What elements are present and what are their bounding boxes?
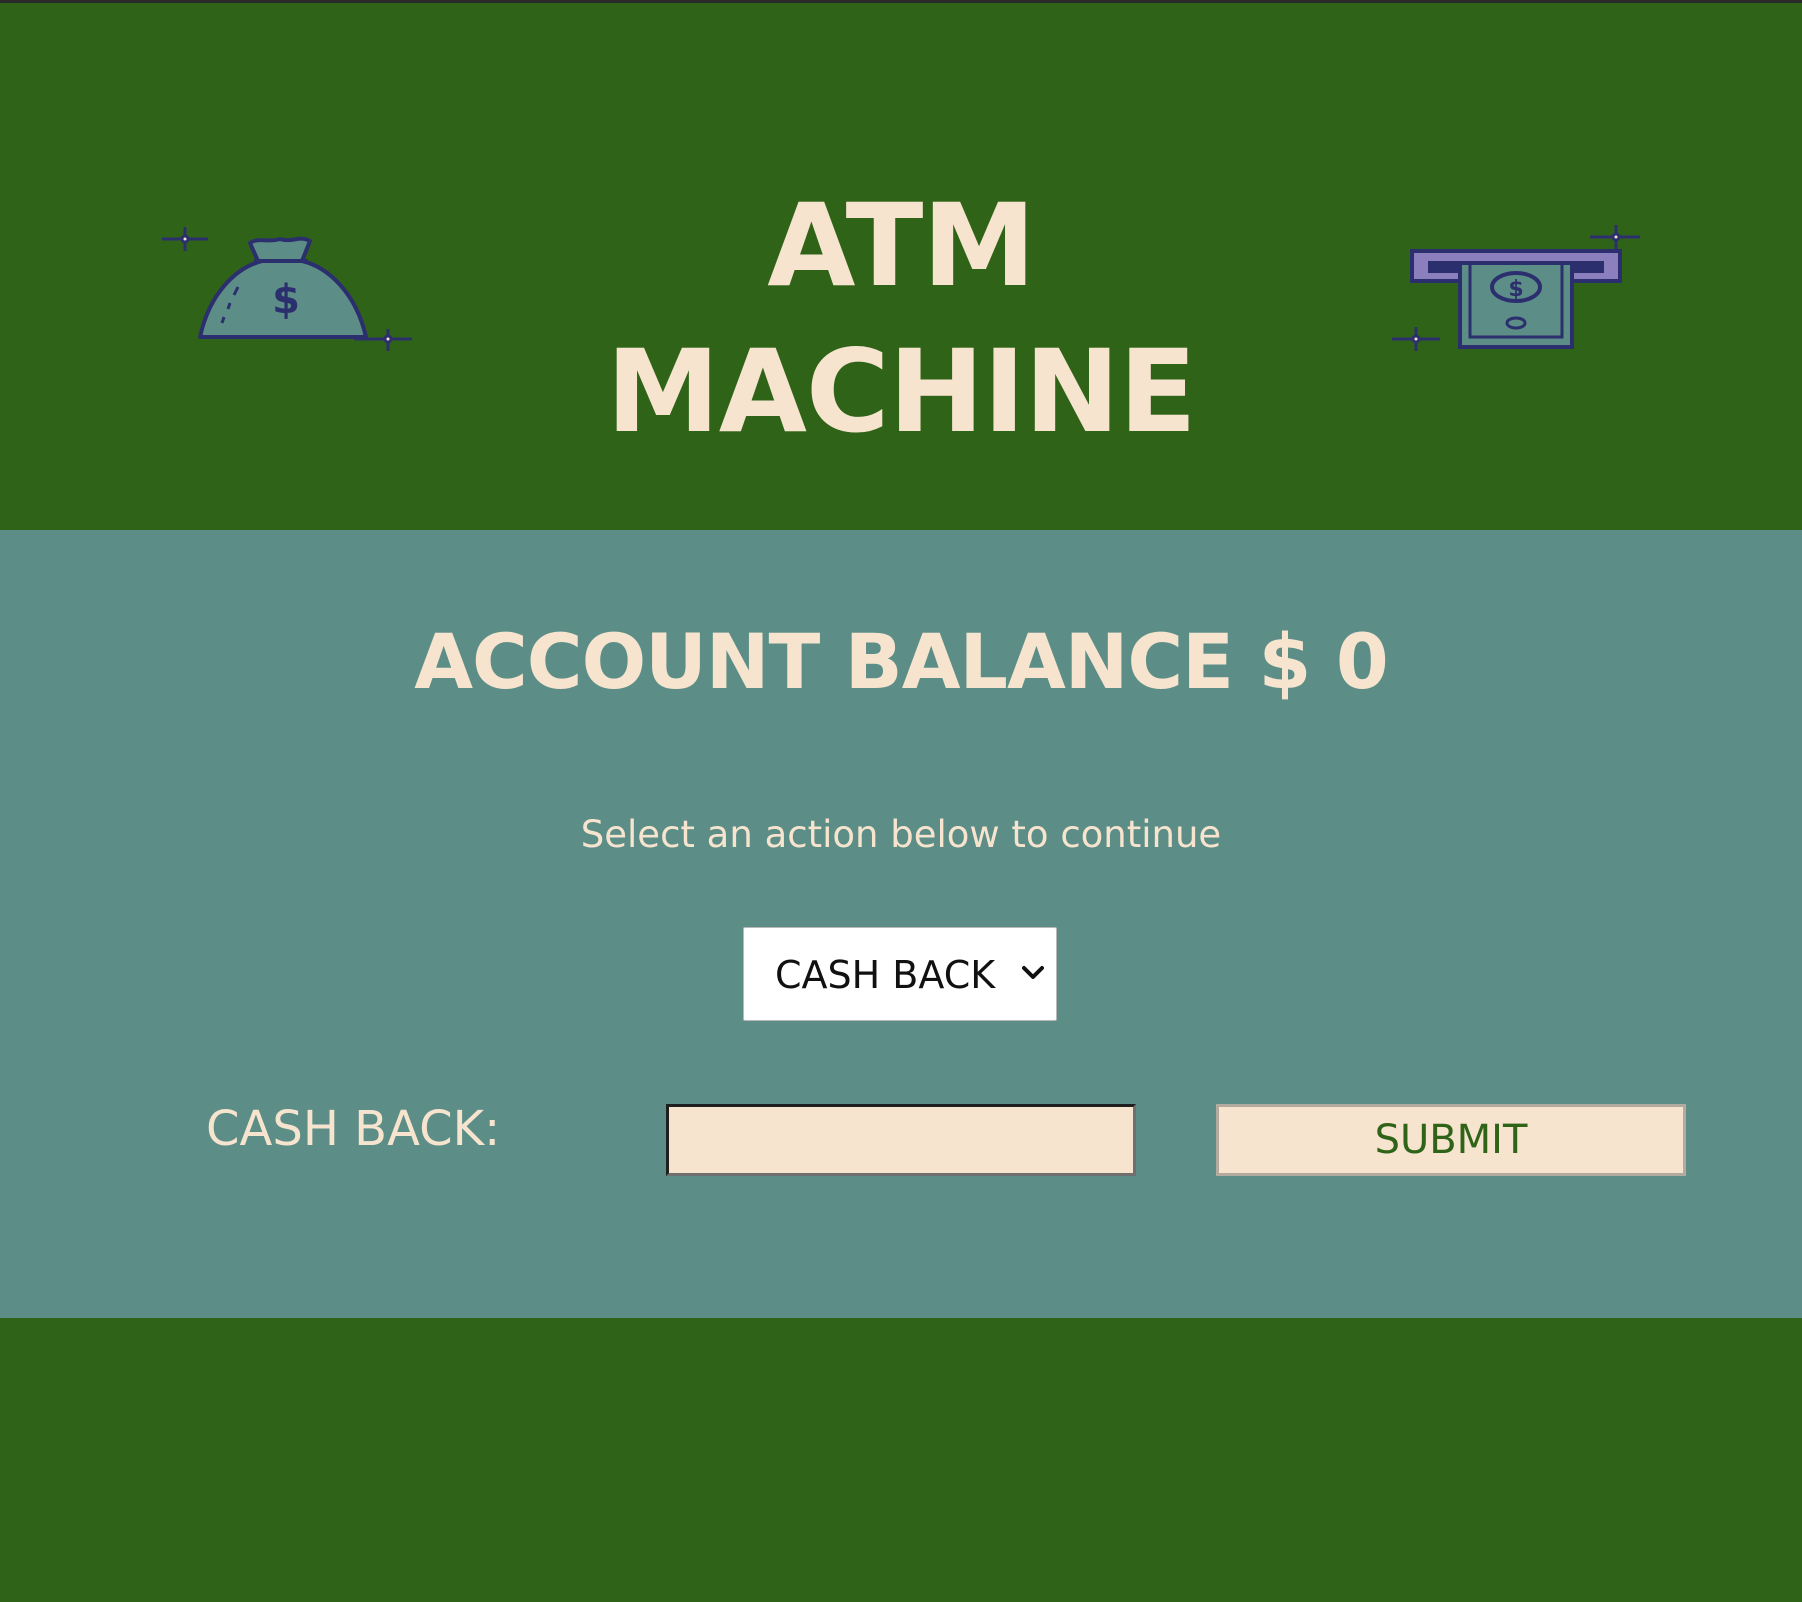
- main-panel: ACCOUNT BALANCE $ 0 Select an action bel…: [0, 530, 1802, 1318]
- atm-cash-icon: $: [1390, 223, 1642, 353]
- submit-button[interactable]: SUBMIT: [1216, 1104, 1686, 1176]
- action-prompt: Select an action below to continue: [580, 813, 1222, 856]
- cash-back-label: CASH BACK:: [206, 1101, 501, 1157]
- account-balance: ACCOUNT BALANCE $ 0: [414, 617, 1389, 706]
- chevron-down-icon: [1020, 964, 1046, 982]
- header: $ ATM MACHINE $: [0, 3, 1802, 530]
- cash-back-input[interactable]: [666, 1104, 1136, 1176]
- action-select[interactable]: CASH BACK: [743, 927, 1057, 1021]
- svg-text:$: $: [1508, 277, 1523, 302]
- action-select-value: CASH BACK: [775, 953, 996, 997]
